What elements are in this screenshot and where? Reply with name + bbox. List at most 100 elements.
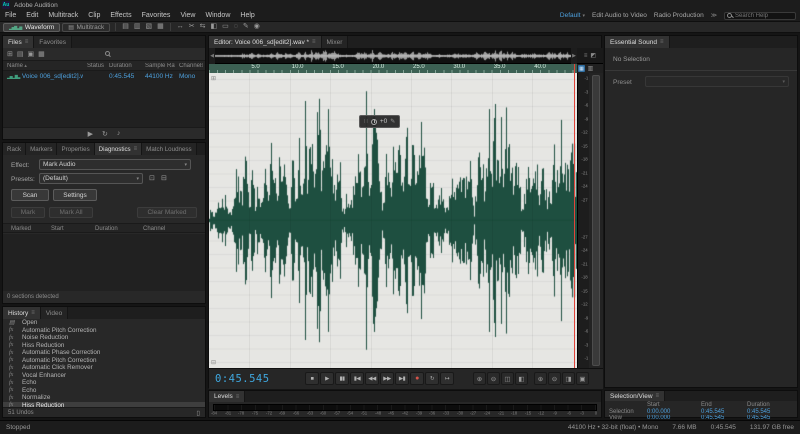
channel-toggle-icon[interactable]: ⊟	[211, 359, 216, 366]
menu-effects[interactable]: Effects	[105, 10, 136, 21]
panel-options-icon[interactable]: ≡	[584, 53, 588, 59]
waveform-display[interactable]: ⊞ ⊟ ∷ +0 ✎	[209, 73, 577, 368]
history-item[interactable]: fxHiss Reduction	[3, 342, 205, 350]
move-tool-icon[interactable]: ↔	[176, 22, 185, 32]
record-button[interactable]: ●	[410, 372, 424, 385]
time-selection-tool-icon[interactable]: ◧	[210, 22, 219, 32]
waveform-mode-button[interactable]: ▂▅▇▃▆Waveform	[3, 23, 60, 32]
slip-tool-icon[interactable]: ⇆	[199, 22, 207, 32]
lasso-tool-icon[interactable]: ◌	[233, 22, 239, 32]
zoom-out-time-button[interactable]: ⊖	[487, 372, 500, 385]
media-browser-icon[interactable]: ▦	[38, 50, 45, 58]
autoplay-icon[interactable]: ♪	[117, 130, 121, 137]
play-button[interactable]: ▶	[320, 372, 334, 385]
zoom-left-button[interactable]: ◧	[515, 372, 528, 385]
result-column-marked[interactable]: Marked	[11, 226, 31, 232]
spot-healing-tool-icon[interactable]: ◉	[253, 22, 261, 32]
file-row[interactable]: ▂▅▂▇▃Voice 006_sd[edit2].wav *0:45.54544…	[3, 71, 205, 82]
history-item[interactable]: fxNoise Reduction	[3, 334, 205, 342]
menu-favorites[interactable]: Favorites	[137, 10, 176, 21]
vertical-scroll-thumb[interactable]	[592, 75, 600, 366]
files-tab-favorites[interactable]: Favorites	[34, 36, 72, 48]
overview-strip[interactable]: ◀ ▶	[209, 48, 577, 64]
essential-sound-tab[interactable]: Essential Sound ≡	[605, 36, 670, 48]
mixer-tab[interactable]: Mixer	[322, 36, 349, 48]
result-column-start[interactable]: Start	[51, 226, 64, 232]
history-item[interactable]: fxEcho	[3, 379, 205, 387]
zoom-right-button[interactable]: ◨	[562, 372, 575, 385]
delete-preset-icon[interactable]: ⊟	[161, 174, 167, 182]
volume-knob-icon[interactable]	[371, 119, 377, 125]
menu-edit[interactable]: Edit	[21, 10, 43, 21]
search-help-box[interactable]	[724, 12, 796, 20]
result-column-duration[interactable]: Duration	[95, 226, 118, 232]
zoom-full-button[interactable]: ▣	[576, 372, 589, 385]
skip-selection-button[interactable]: ↦	[440, 372, 454, 385]
import-file-icon[interactable]: ▣	[28, 50, 35, 58]
time-format-icon[interactable]: ▦	[578, 65, 585, 72]
loop-icon[interactable]: ↻	[102, 130, 108, 138]
workspace-item-radio-production[interactable]: Radio Production	[654, 12, 704, 19]
panel-menu-icon[interactable]: ≡	[134, 146, 138, 152]
snapshot-icon[interactable]: ◩	[590, 52, 596, 59]
levels-tab[interactable]: Levels ≡	[209, 391, 245, 402]
workspace-overflow-icon[interactable]: ≫	[711, 12, 717, 19]
zoom-selection-button[interactable]: ◫	[501, 372, 514, 385]
menu-file[interactable]: File	[0, 10, 21, 21]
channel-toggle-icon[interactable]: ⊞	[211, 75, 216, 82]
panel-menu-icon[interactable]: ≡	[25, 39, 29, 45]
edit-pencil-icon[interactable]: ✎	[390, 118, 395, 125]
panel-menu-icon[interactable]: ≡	[31, 310, 35, 316]
menu-view[interactable]: View	[175, 10, 200, 21]
zoom-in-time-button[interactable]: ⊕	[473, 372, 486, 385]
scan-button[interactable]: Scan	[11, 189, 49, 201]
menu-multitrack[interactable]: Multitrack	[43, 10, 83, 21]
search-help-input[interactable]	[735, 13, 793, 19]
effect-dropdown[interactable]: Mark Audio ▾	[39, 159, 191, 170]
mark-all-button[interactable]: Mark All	[49, 207, 93, 218]
panel-menu-icon[interactable]: ≡	[312, 39, 316, 45]
open-file-icon[interactable]: ▤	[121, 22, 130, 32]
history-item[interactable]: fxAutomatic Pitch Correction	[3, 357, 205, 365]
panel-tab-match-loudness[interactable]: Match Loudness	[142, 143, 196, 155]
ruler-options-icon[interactable]: ▥	[587, 65, 594, 72]
pause-button[interactable]: ▮▮	[335, 372, 349, 385]
editor-tab[interactable]: Editor: Voice 006_sd[edit2].wav * ≡	[209, 36, 322, 48]
history-item[interactable]: fxVocal Enhancer	[3, 372, 205, 380]
play-icon[interactable]: ▶	[88, 130, 93, 138]
scroll-left-icon[interactable]: ◀	[209, 48, 215, 64]
rewind-button[interactable]: ◀◀	[365, 372, 379, 385]
multitrack-mode-button[interactable]: ▤Multitrack	[62, 23, 110, 32]
presets-dropdown[interactable]: (Default) ▾	[39, 173, 143, 184]
import-icon[interactable]: ▥	[133, 22, 142, 32]
media-browser-icon[interactable]: ▦	[156, 22, 165, 32]
history-item[interactable]: fxAutomatic Phase Correction	[3, 349, 205, 357]
history-item[interactable]: fxAutomatic Click Remover	[3, 364, 205, 372]
new-file-icon[interactable]: ⊞	[7, 50, 13, 58]
panel-tab-rack[interactable]: Rack	[3, 143, 26, 155]
preset-dropdown[interactable]: ▾	[645, 76, 789, 87]
vertical-scrollbar[interactable]	[589, 73, 603, 368]
panel-tab-diagnostics[interactable]: Diagnostics≡	[95, 143, 143, 155]
marquee-tool-icon[interactable]: ▭	[221, 22, 230, 32]
workspace-item-edit-audio-to-video[interactable]: Edit Audio to Video	[592, 12, 647, 19]
volume-hud[interactable]: ∷ +0 ✎	[359, 115, 400, 128]
save-preset-icon[interactable]: ⊡	[149, 174, 155, 182]
settings-button[interactable]: Settings	[53, 189, 97, 201]
zoom-in-amplitude-button[interactable]: ⊕	[534, 372, 547, 385]
skip-next-button[interactable]: ▶▮	[395, 372, 409, 385]
history-tab-history[interactable]: History≡	[3, 307, 41, 319]
playhead[interactable]	[574, 73, 575, 368]
amplitude-ruler[interactable]: -1-1-3-3-6-6-9-9-12-12-15-15-18-18-21-21…	[577, 73, 589, 368]
history-tab-video[interactable]: Video	[41, 307, 69, 319]
files-tab-files[interactable]: Files≡	[3, 36, 34, 48]
fast-forward-button[interactable]: ▶▶	[380, 372, 394, 385]
workspace-active[interactable]: Default▾	[560, 12, 585, 19]
panel-menu-icon[interactable]: ≡	[660, 39, 664, 45]
history-item[interactable]: fxNormalize	[3, 394, 205, 402]
panel-tab-properties[interactable]: Properties	[57, 143, 94, 155]
clear-history-icon[interactable]: ▯	[196, 409, 200, 417]
paintbrush-tool-icon[interactable]: ✎	[242, 22, 250, 32]
history-item[interactable]: ▤Open	[3, 319, 205, 327]
history-item[interactable]: fxEcho	[3, 387, 205, 395]
